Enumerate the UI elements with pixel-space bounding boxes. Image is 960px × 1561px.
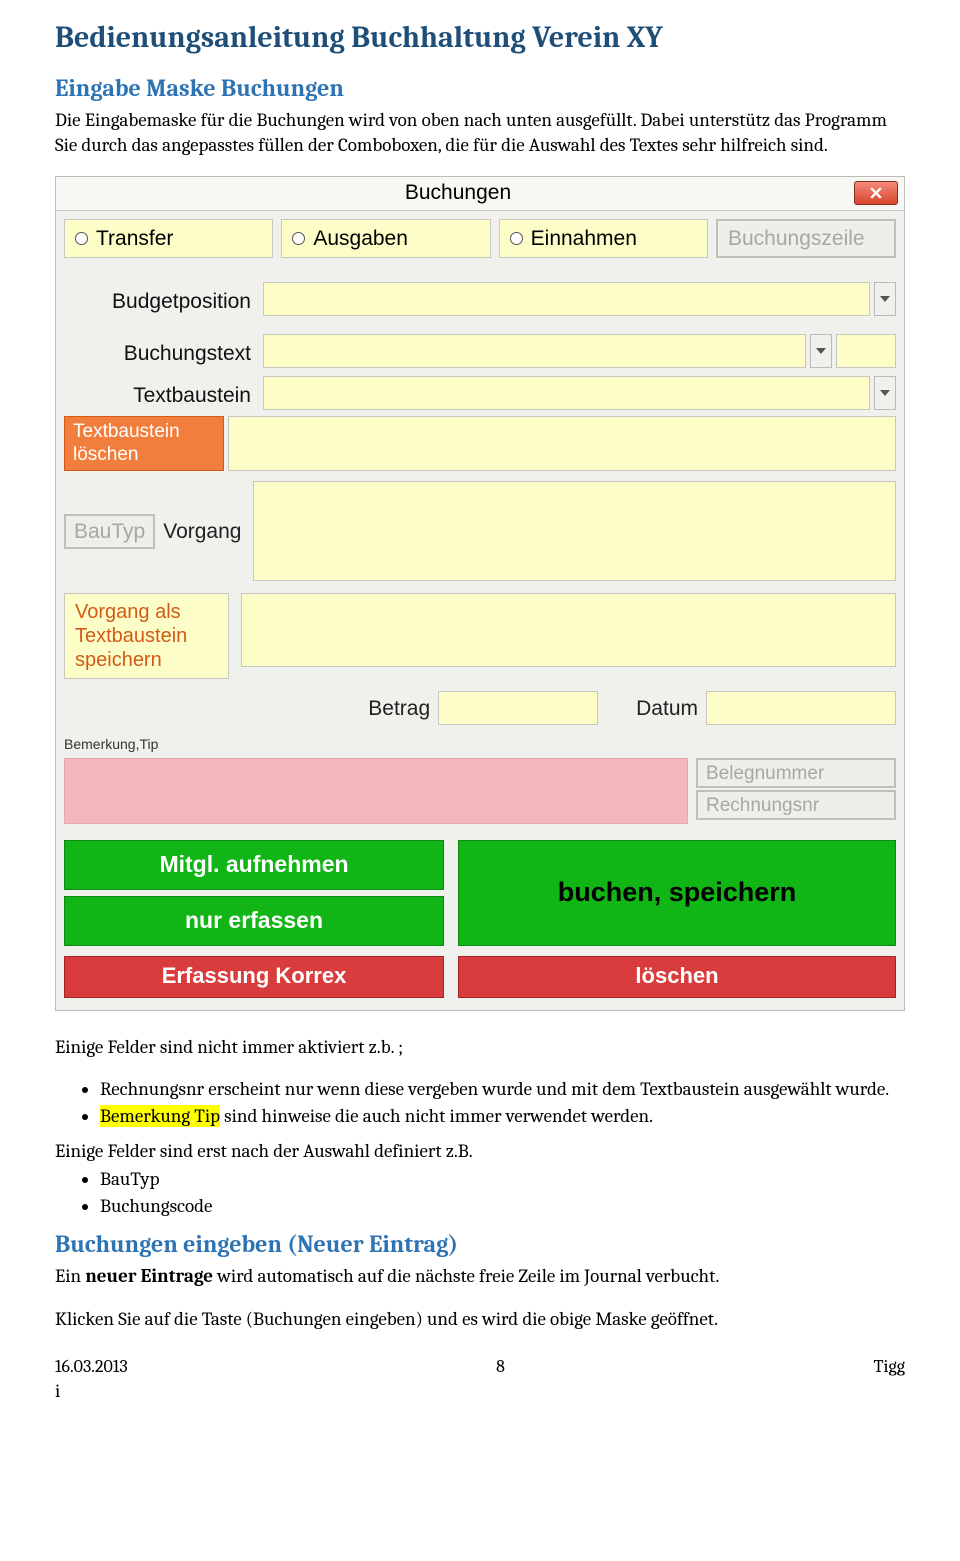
textbaustein-display[interactable]: [228, 416, 896, 472]
label-vorgang: Vorgang: [155, 516, 249, 547]
belegnummer-field: Belegnummer: [696, 758, 896, 788]
buchungen-screenshot: Buchungen Transfer Ausgaben Einnahmen Bu…: [55, 176, 905, 1011]
section-heading-eingeben: Buchungen eingeben (Neuer Eintrag): [55, 1229, 905, 1260]
erfassung-korrex-button[interactable]: Erfassung Korrex: [64, 956, 444, 998]
para-neuer-eintrag: Ein neuer Eintrage wird automatisch auf …: [55, 1264, 905, 1289]
rechnungsnr-field: Rechnungsnr: [696, 790, 896, 820]
nur-erfassen-button[interactable]: nur erfassen: [64, 896, 444, 946]
page-title: Bedienungsanleitung Buchhaltung Verein X…: [55, 18, 905, 57]
radio-label: Transfer: [96, 225, 173, 252]
footer-page: 8: [496, 1355, 505, 1378]
radio-icon: [510, 232, 523, 245]
bullet-bemerkung-tip: Bemerkung Tip sind hinweise die auch nic…: [100, 1104, 905, 1129]
loeschen-button[interactable]: löschen: [458, 956, 896, 998]
page-footer: 16.03.2013 8 Tigg: [55, 1355, 905, 1378]
section-heading-eingabe: Eingabe Maske Buchungen: [55, 73, 905, 104]
intro-paragraph: Die Eingabemaske für die Buchungen wird …: [55, 108, 905, 157]
bullet-bautyp: BauTyp: [100, 1167, 905, 1192]
buchungstext-combo[interactable]: [263, 334, 806, 368]
betrag-input[interactable]: [438, 691, 598, 725]
label-betrag: Betrag: [368, 695, 430, 722]
close-icon: [870, 187, 882, 199]
radio-icon: [75, 232, 88, 245]
bemerkung-input[interactable]: [64, 758, 688, 824]
bullet-rechnungsnr: Rechnungsnr erscheint nur wenn diese ver…: [100, 1077, 905, 1102]
vorgang-input[interactable]: [253, 481, 896, 581]
footer-i: i: [55, 1379, 905, 1404]
radio-label: Einnahmen: [531, 225, 637, 252]
bullet-buchungscode: Buchungscode: [100, 1194, 905, 1219]
label-buchungstext: Buchungstext: [64, 334, 259, 368]
para-felder-definiert: Einige Felder sind erst nach der Auswahl…: [55, 1139, 905, 1164]
radio-einnahmen[interactable]: Einnahmen: [499, 219, 708, 258]
radio-transfer[interactable]: Transfer: [64, 219, 273, 258]
label-budgetposition: Budgetposition: [64, 282, 259, 316]
footer-author: Tigg: [873, 1355, 905, 1378]
textbaustein-combo[interactable]: [263, 376, 870, 410]
close-button[interactable]: [854, 181, 898, 205]
text: wird automatisch auf die nächste freie Z…: [213, 1265, 719, 1287]
vorgang-textarea[interactable]: [241, 593, 896, 667]
highlight-bemerkung-tip: Bemerkung Tip: [100, 1105, 220, 1127]
text-bold: neuer Eintrage: [85, 1265, 213, 1287]
bullet-rest: sind hinweise die auch nicht immer verwe…: [220, 1105, 653, 1127]
dropdown-arrow-icon[interactable]: [810, 334, 832, 368]
datum-input[interactable]: [706, 691, 896, 725]
textbaustein-loeschen-button[interactable]: Textbaustein löschen: [64, 416, 224, 472]
para-klicken: Klicken Sie auf die Taste (Buchungen ein…: [55, 1307, 905, 1332]
dropdown-arrow-icon[interactable]: [874, 376, 896, 410]
radio-ausgaben[interactable]: Ausgaben: [281, 219, 490, 258]
buchungstext-code[interactable]: [836, 334, 896, 368]
label-textbaustein: Textbaustein: [64, 376, 259, 410]
buchungszeile-field: Buchungszeile: [716, 219, 896, 258]
buchen-speichern-button[interactable]: buchen, speichern: [458, 840, 896, 946]
budgetposition-combo[interactable]: [263, 282, 870, 316]
bautyp-field: BauTyp: [64, 514, 155, 549]
window-title: Buchungen: [62, 179, 854, 206]
radio-label: Ausgaben: [313, 225, 408, 252]
radio-icon: [292, 232, 305, 245]
dropdown-arrow-icon[interactable]: [874, 282, 896, 316]
vorgang-speichern-button[interactable]: Vorgang als Textbaustein speichern: [64, 593, 229, 679]
label-datum: Datum: [636, 695, 698, 722]
mitgl-aufnehmen-button[interactable]: Mitgl. aufnehmen: [64, 840, 444, 890]
label-bemerkung-tip: Bemerkung,Tip: [56, 731, 904, 755]
footer-date: 16.03.2013: [55, 1355, 128, 1378]
window-titlebar: Buchungen: [56, 177, 904, 211]
text: Ein: [55, 1265, 85, 1287]
para-felder-nicht-aktiv: Einige Felder sind nicht immer aktiviert…: [55, 1035, 905, 1060]
